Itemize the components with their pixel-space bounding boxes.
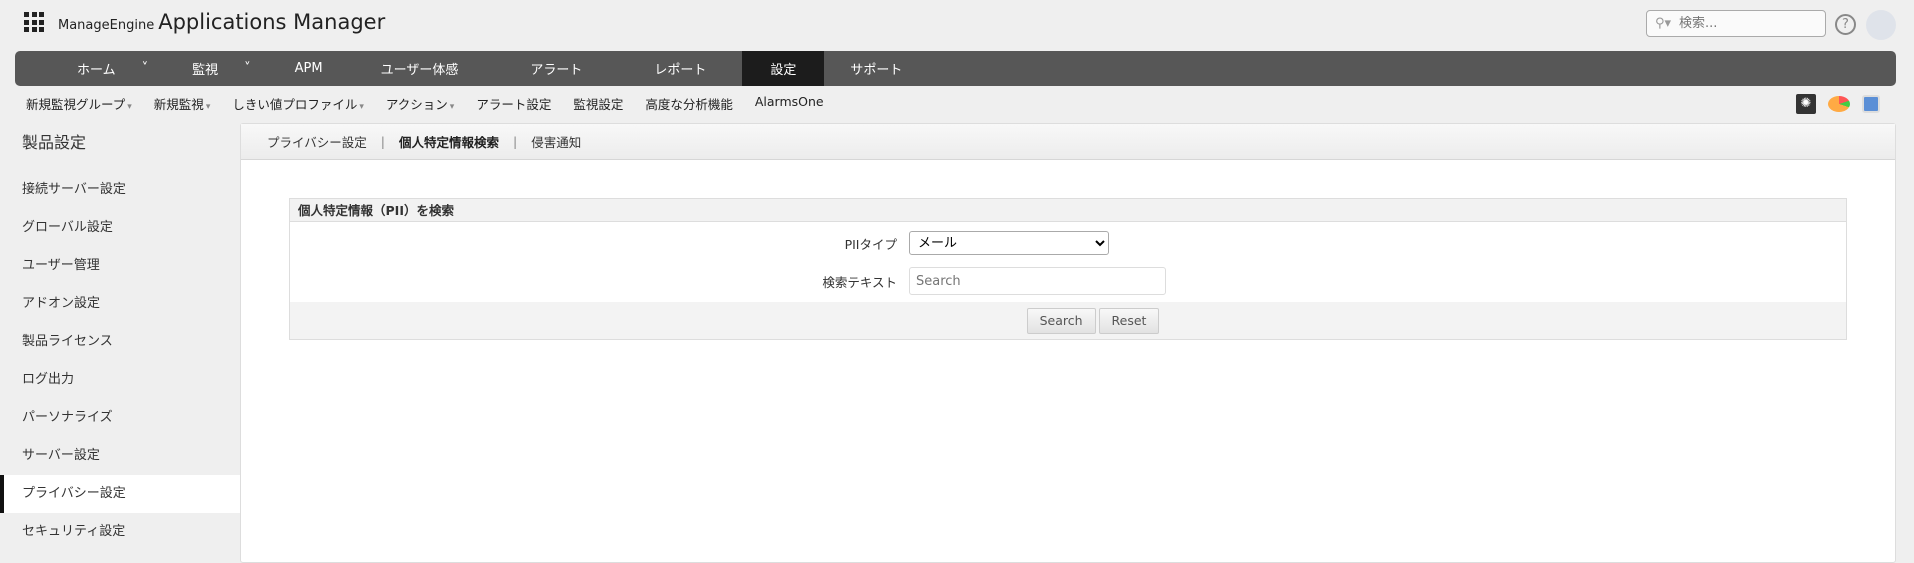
search-button[interactable]: Search <box>1026 307 1096 334</box>
search-input[interactable] <box>1679 16 1820 31</box>
avatar[interactable] <box>1866 10 1896 40</box>
nav-settings[interactable]: 設定 <box>742 51 825 86</box>
help-icon[interactable]: ? <box>1835 14 1856 35</box>
sidebar-item-log[interactable]: ログ出力 <box>0 361 240 399</box>
tab-separator: | <box>513 134 518 149</box>
nav-reports[interactable]: レポート <box>618 51 742 86</box>
logo: ManageEngine Applications Manager <box>58 10 385 34</box>
nav-label: ユーザー体感 <box>380 63 459 78</box>
pie-chart-icon[interactable] <box>1828 96 1850 112</box>
sidebar-item-privacy[interactable]: プライバシー設定 <box>0 475 240 513</box>
nav-label: 監視 <box>192 63 219 78</box>
nav-monitor[interactable]: 監視 ˅ <box>170 51 273 86</box>
nav-label: サポート <box>850 63 903 78</box>
caret-down-icon: ▾ <box>449 102 455 112</box>
sidebar-item-global[interactable]: グローバル設定 <box>0 209 240 247</box>
search-text-label: 検索テキスト <box>822 274 897 290</box>
sidebar: 製品設定 接続サーバー設定 グローバル設定 ユーザー管理 アドオン設定 製品ライ… <box>0 123 240 551</box>
nav-label: レポート <box>654 63 707 78</box>
sidebar-item-addons[interactable]: アドオン設定 <box>0 285 240 323</box>
subnav-threshold-profile[interactable]: しきい値プロファイル ▾ <box>232 94 364 113</box>
search-icon: ⚲▾ <box>1655 16 1672 31</box>
nav-label: 設定 <box>770 63 797 78</box>
sidebar-item-connection-server[interactable]: 接続サーバー設定 <box>0 171 240 209</box>
search-text-input[interactable] <box>909 267 1166 295</box>
pii-type-select[interactable]: メール <box>909 231 1109 255</box>
sidebar-item-license[interactable]: 製品ライセンス <box>0 323 240 361</box>
nav-label: アラート <box>530 63 583 78</box>
tab-bar: プライバシー設定 | 個人特定情報検索 | 侵害通知 <box>241 124 1895 160</box>
sidebar-item-security[interactable]: セキュリティ設定 <box>0 513 240 551</box>
app-title: Applications Manager <box>158 10 386 34</box>
nav-support[interactable]: サポート <box>824 51 928 86</box>
subnav-analytics[interactable]: 高度な分析機能 <box>645 94 733 113</box>
content-panel: プライバシー設定 | 個人特定情報検索 | 侵害通知 個人特定情報（PII）を検索 … <box>240 123 1896 563</box>
global-search[interactable]: ⚲▾ <box>1646 10 1826 37</box>
nav-user-experience[interactable]: ユーザー体感 <box>345 51 495 86</box>
caret-down-icon: ▾ <box>127 102 132 112</box>
sub-nav: 新規監視グループ ▾ 新規監視 ▾ しきい値プロファイル ▾ アクション ▾ アラート設… <box>26 94 824 113</box>
reset-button[interactable]: Reset <box>1098 307 1160 334</box>
aperture-icon[interactable]: ✺ <box>1796 94 1816 114</box>
chevron-down-icon[interactable]: ˅ <box>244 61 251 76</box>
form-title: 個人特定情報（PII）を検索 <box>290 199 1846 222</box>
tab-privacy[interactable]: プライバシー設定 <box>267 132 367 151</box>
pii-type-label: PIIタイプ <box>844 236 897 252</box>
toolbar: ✺ <box>1796 94 1880 114</box>
chevron-down-icon[interactable]: ˅ <box>142 61 149 76</box>
tab-pii-search[interactable]: 個人特定情報検索 <box>399 132 499 151</box>
subnav-alert-settings[interactable]: アラート設定 <box>476 94 551 113</box>
caret-down-icon: ▾ <box>359 102 364 112</box>
tab-separator: | <box>380 134 385 149</box>
sidebar-item-personalize[interactable]: パーソナライズ <box>0 399 240 437</box>
nav-home[interactable]: ホーム ˅ <box>55 51 170 86</box>
nav-label: APM <box>294 61 323 76</box>
logo-brand: ManageEngine <box>58 18 155 33</box>
main-nav: ホーム ˅ 監視 ˅ APM ユーザー体感 アラート レポート 設定 サポート <box>15 51 1896 86</box>
app-grid-icon[interactable] <box>24 12 44 32</box>
print-icon[interactable] <box>1862 95 1880 113</box>
subnav-actions[interactable]: アクション ▾ <box>386 94 454 113</box>
caret-down-icon: ▾ <box>205 102 211 112</box>
sidebar-title: 製品設定 <box>22 133 87 152</box>
pii-search-form: 個人特定情報（PII）を検索 PIIタイプ メール 検索テキスト SearchR… <box>289 198 1847 340</box>
sidebar-item-server[interactable]: サーバー設定 <box>0 437 240 475</box>
nav-label: ホーム <box>77 63 116 78</box>
subnav-alarmsone[interactable]: AlarmsOne <box>755 94 824 113</box>
subnav-new-monitor-group[interactable]: 新規監視グループ ▾ <box>26 94 132 113</box>
nav-apm[interactable]: APM <box>273 51 345 86</box>
tab-breach-notification[interactable]: 侵害通知 <box>531 132 581 151</box>
nav-alerts[interactable]: アラート <box>494 51 618 86</box>
subnav-new-monitor[interactable]: 新規監視 ▾ <box>154 94 211 113</box>
subnav-monitor-settings[interactable]: 監視設定 <box>573 94 623 113</box>
sidebar-item-users[interactable]: ユーザー管理 <box>0 247 240 285</box>
